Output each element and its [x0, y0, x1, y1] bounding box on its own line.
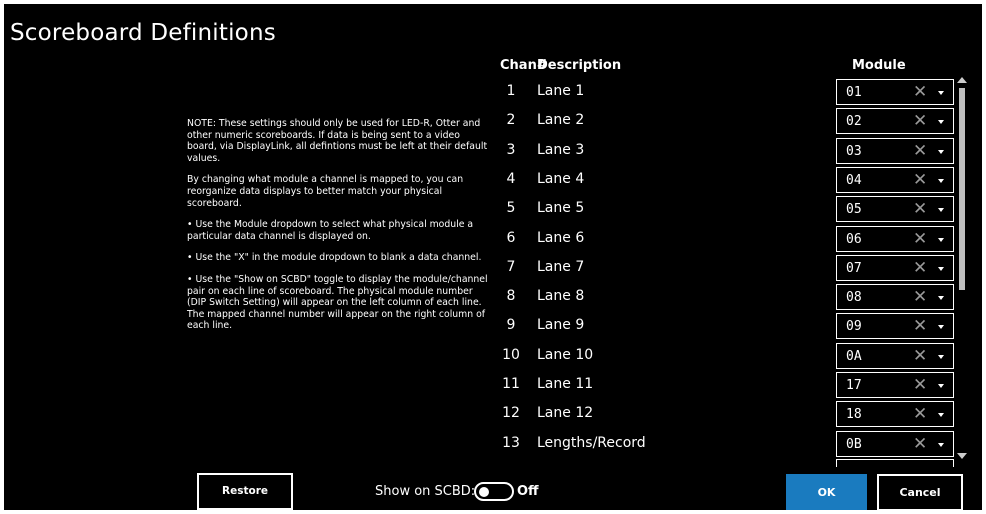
show-on-scbd-toggle[interactable] — [474, 482, 514, 501]
module-dropdown[interactable]: 08 ✕ — [836, 284, 954, 310]
instruction-blank-channel: • Use the "X" in the module dropdown to … — [187, 252, 482, 264]
scroll-up-arrow-icon[interactable] — [957, 77, 967, 83]
chan-number: 1 — [506, 83, 516, 99]
clear-icon[interactable]: ✕ — [913, 404, 927, 424]
module-dropdown[interactable]: 06 ✕ — [836, 226, 954, 252]
module-value: 09 — [846, 319, 862, 334]
module-dropdown[interactable]: 18 ✕ — [836, 401, 954, 427]
chevron-down-icon[interactable] — [938, 120, 944, 124]
module-dropdown-partial[interactable] — [836, 459, 954, 467]
clear-icon[interactable]: ✕ — [913, 199, 927, 219]
column-header-module: Module — [852, 58, 906, 73]
module-value: 04 — [846, 173, 862, 188]
module-value: 01 — [846, 85, 862, 100]
module-dropdown[interactable]: 07 ✕ — [836, 255, 954, 281]
chan-number: 7 — [506, 259, 516, 275]
chan-number: 3 — [506, 142, 516, 158]
toggle-state-label: Off — [517, 484, 539, 499]
chevron-down-icon[interactable] — [938, 384, 944, 388]
chan-number: 4 — [506, 171, 516, 187]
clear-icon[interactable]: ✕ — [913, 82, 927, 102]
page-title: Scoreboard Definitions — [10, 20, 276, 46]
module-dropdown[interactable]: 17 ✕ — [836, 372, 954, 398]
channel-description: Lane 3 — [537, 142, 585, 158]
chevron-down-icon[interactable] — [938, 413, 944, 417]
chan-number: 12 — [502, 405, 520, 421]
scrollbar-thumb[interactable] — [959, 88, 965, 290]
ok-button[interactable]: OK — [786, 474, 867, 510]
module-value: 0A — [846, 349, 862, 364]
chan-number: 13 — [502, 435, 520, 451]
clear-icon[interactable]: ✕ — [913, 316, 927, 336]
chan-number: 2 — [506, 112, 516, 128]
instruction-module-dropdown: • Use the Module dropdown to select what… — [187, 219, 474, 242]
channel-description: Lane 9 — [537, 317, 585, 333]
column-header-description: Description — [537, 58, 622, 73]
chevron-down-icon[interactable] — [938, 296, 944, 300]
show-on-scbd-label: Show on SCBD: — [375, 484, 476, 499]
scoreboard-definitions-window: Scoreboard Definitions NOTE: These setti… — [4, 4, 982, 510]
module-value: 05 — [846, 202, 862, 217]
module-value: 08 — [846, 290, 862, 305]
chevron-down-icon[interactable] — [938, 443, 944, 447]
channel-description: Lane 8 — [537, 288, 585, 304]
module-value: 0B — [846, 437, 862, 452]
chan-number: 6 — [506, 230, 516, 246]
instruction-remap: By changing what module a channel is map… — [187, 174, 464, 209]
chevron-down-icon[interactable] — [938, 91, 944, 95]
clear-icon[interactable]: ✕ — [913, 258, 927, 278]
channel-description: Lane 4 — [537, 171, 585, 187]
instructions-text: NOTE: These settings should only be used… — [187, 118, 492, 342]
module-value: 17 — [846, 378, 862, 393]
chan-number: 10 — [502, 347, 520, 363]
chevron-down-icon[interactable] — [938, 355, 944, 359]
module-dropdown[interactable]: 0B ✕ — [836, 431, 954, 457]
chan-number: 9 — [506, 317, 516, 333]
clear-icon[interactable]: ✕ — [913, 375, 927, 395]
chevron-down-icon[interactable] — [938, 238, 944, 242]
clear-icon[interactable]: ✕ — [913, 141, 927, 161]
module-dropdown[interactable]: 0A ✕ — [836, 343, 954, 369]
module-dropdown[interactable]: 04 ✕ — [836, 167, 954, 193]
chan-number: 11 — [502, 376, 520, 392]
clear-icon[interactable]: ✕ — [913, 346, 927, 366]
cancel-button[interactable]: Cancel — [877, 474, 963, 510]
channel-description: Lane 6 — [537, 230, 585, 246]
toggle-knob — [479, 486, 489, 497]
module-dropdown[interactable]: 01 ✕ — [836, 79, 954, 105]
channel-description: Lane 12 — [537, 405, 594, 421]
channel-description: Lane 2 — [537, 112, 585, 128]
channel-description: Lengths/Record — [537, 435, 646, 451]
clear-icon[interactable]: ✕ — [913, 434, 927, 454]
chevron-down-icon[interactable] — [938, 150, 944, 154]
module-dropdown[interactable]: 02 ✕ — [836, 108, 954, 134]
channel-description: Lane 10 — [537, 347, 594, 363]
chevron-down-icon[interactable] — [938, 267, 944, 271]
channel-description: Lane 7 — [537, 259, 585, 275]
clear-icon[interactable]: ✕ — [913, 229, 927, 249]
chevron-down-icon[interactable] — [938, 208, 944, 212]
module-value: 03 — [846, 144, 862, 159]
restore-defaults-button[interactable]: Restore Defaults? — [197, 473, 293, 510]
module-value: 06 — [846, 232, 862, 247]
channel-description: Lane 5 — [537, 200, 585, 216]
module-dropdown[interactable]: 05 ✕ — [836, 196, 954, 222]
channel-description: Lane 1 — [537, 83, 585, 99]
chevron-down-icon[interactable] — [938, 325, 944, 329]
scroll-down-arrow-icon[interactable] — [957, 453, 967, 459]
instruction-show-on-scbd: • Use the "Show on SCBD" toggle to displ… — [187, 273, 488, 332]
channel-description: Lane 11 — [537, 376, 594, 392]
clear-icon[interactable]: ✕ — [913, 170, 927, 190]
clear-icon[interactable]: ✕ — [913, 287, 927, 307]
module-value: 02 — [846, 114, 862, 129]
clear-icon[interactable]: ✕ — [913, 111, 927, 131]
chan-number: 8 — [506, 288, 516, 304]
instruction-note: NOTE: These settings should only be used… — [187, 118, 488, 164]
chan-number: 5 — [506, 200, 516, 216]
module-value: 07 — [846, 261, 862, 276]
module-value: 18 — [846, 407, 862, 422]
module-dropdown[interactable]: 03 ✕ — [836, 138, 954, 164]
module-dropdown[interactable]: 09 ✕ — [836, 313, 954, 339]
chevron-down-icon[interactable] — [938, 179, 944, 183]
